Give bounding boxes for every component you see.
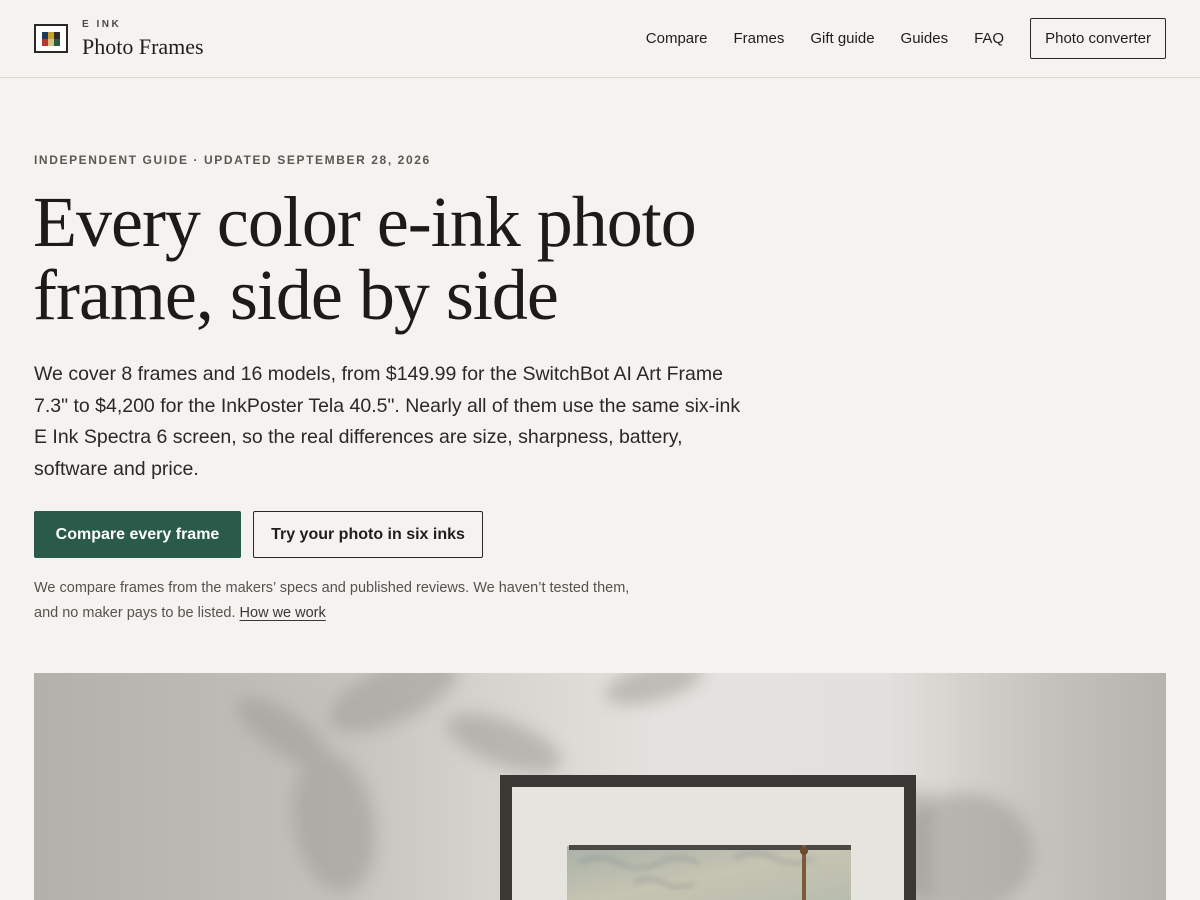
nav-link-faq[interactable]: FAQ — [974, 30, 1004, 47]
framed-picture-icon — [34, 24, 68, 53]
nav-link-guides[interactable]: Guides — [901, 30, 949, 47]
nav-link-compare[interactable]: Compare — [646, 30, 708, 47]
disclaimer-body: We compare frames from the makers’ specs… — [34, 580, 630, 621]
page-title-line-1: Every color e-ink photo — [33, 182, 697, 262]
nav-link-gift-guide[interactable]: Gift guide — [810, 30, 874, 47]
hero-eyebrow: INDEPENDENT GUIDE · UPDATED SEPTEMBER 28… — [34, 153, 431, 167]
page-title: Every color e-ink photo frame, side by s… — [33, 186, 793, 332]
brand-kicker: E INK — [82, 18, 122, 30]
hero-image — [34, 673, 1166, 900]
how-we-work-link[interactable]: How we work — [240, 605, 326, 621]
nav-link-frames[interactable]: Frames — [733, 30, 784, 47]
main-nav: Compare Frames Gift guide Guides FAQ Pho… — [620, 18, 1166, 59]
page-title-line-2: frame, side by side — [33, 255, 559, 335]
disclaimer-text: We compare frames from the makers’ specs… — [34, 576, 634, 626]
hero-photo-illustration — [237, 673, 1034, 900]
home-logo-link[interactable]: E INK Photo Frames — [34, 18, 204, 59]
site-header: E INK Photo Frames Compare Frames Gift g… — [0, 0, 1200, 78]
try-photo-six-inks-button[interactable]: Try your photo in six inks — [253, 511, 483, 558]
compare-every-frame-button[interactable]: Compare every frame — [34, 511, 241, 558]
photo-converter-button[interactable]: Photo converter — [1030, 18, 1166, 59]
hero-lede: We cover 8 frames and 16 models, from $1… — [34, 363, 741, 480]
brand-title: Photo Frames — [82, 33, 204, 59]
